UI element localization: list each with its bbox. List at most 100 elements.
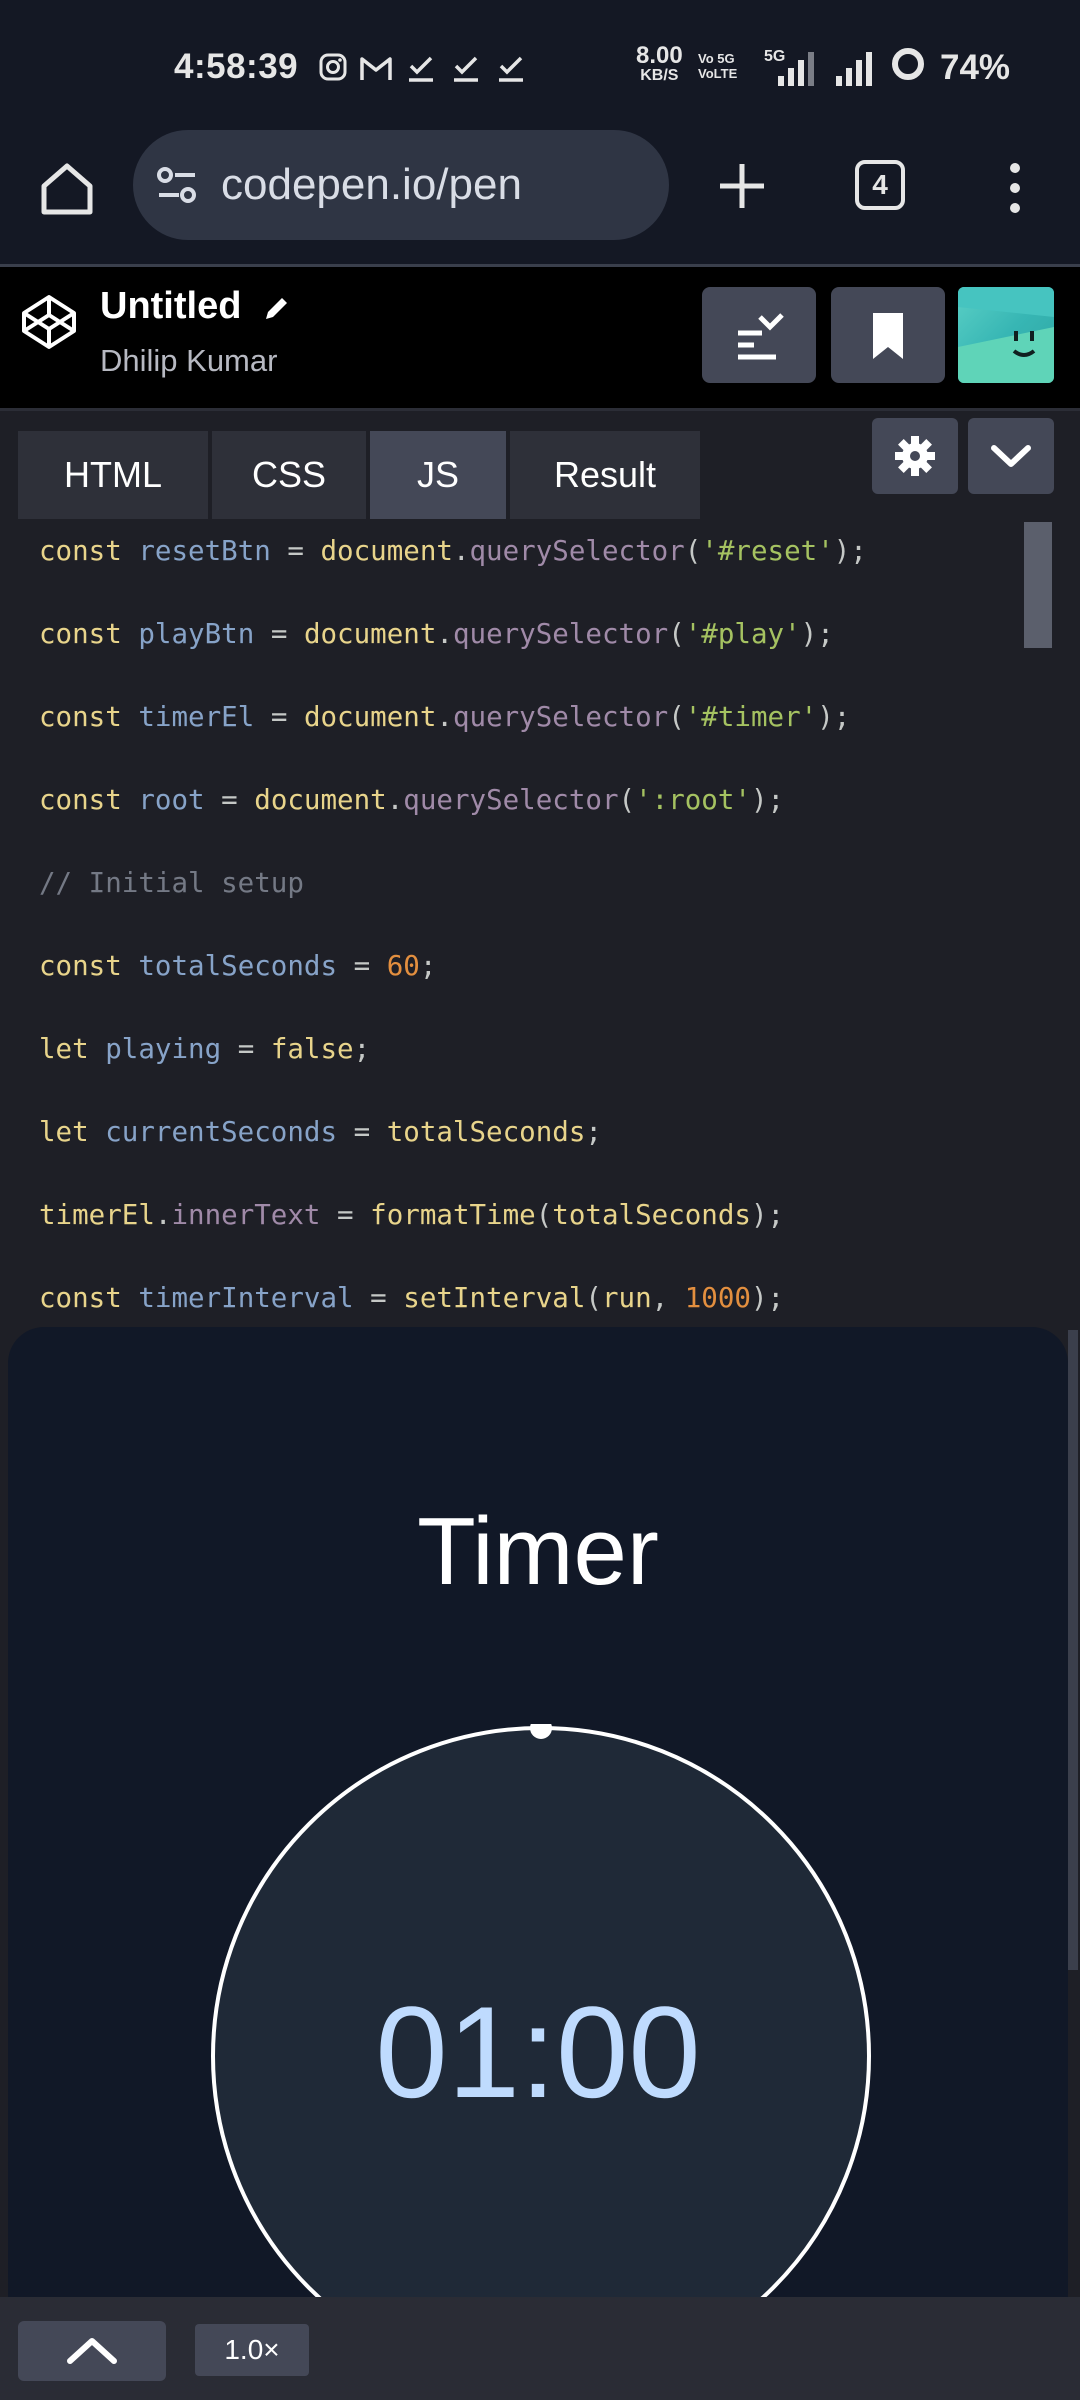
code-token: = — [353, 1282, 404, 1314]
tab-js[interactable]: JS — [370, 431, 506, 519]
gear-icon — [895, 436, 935, 476]
check-icon — [499, 56, 523, 82]
code-line[interactable]: const totalSeconds = 60; — [39, 950, 436, 982]
code-token: document — [303, 701, 437, 733]
code-token: ); — [833, 535, 867, 567]
code-token: timerEl — [138, 701, 255, 733]
code-line[interactable]: // Initial setup — [39, 867, 304, 899]
editor-settings-button[interactable] — [872, 418, 958, 494]
pen-author[interactable]: Dhilip Kumar — [100, 343, 277, 379]
expand-console-button[interactable] — [18, 2321, 166, 2381]
code-scrollbar[interactable] — [1024, 522, 1052, 648]
result-scrollbar[interactable] — [1068, 1330, 1078, 1970]
signal-icon — [778, 52, 814, 86]
home-icon[interactable] — [36, 158, 98, 220]
code-token: const — [39, 950, 122, 982]
bookmark-button[interactable] — [831, 287, 945, 383]
code-line[interactable]: let playing = false; — [39, 1033, 370, 1065]
timer-display: 01:00 — [375, 1979, 701, 2125]
code-token: '#reset' — [701, 535, 834, 567]
code-line[interactable]: const timerInterval = setInterval(run, 1… — [39, 1282, 784, 1314]
code-token: . — [452, 535, 470, 567]
code-token: const — [39, 618, 122, 650]
code-line[interactable]: const root = document.querySelector(':ro… — [39, 784, 784, 816]
code-token: ':root' — [635, 784, 751, 816]
code-token: currentSeconds — [105, 1116, 338, 1148]
codepen-logo-icon[interactable] — [20, 293, 78, 351]
code-token: ( — [618, 784, 636, 816]
status-time: 4:58:39 — [174, 47, 299, 86]
pencil-icon[interactable] — [260, 293, 292, 325]
more-options-icon[interactable] — [1000, 158, 1030, 218]
code-token: timerEl — [39, 1199, 155, 1231]
code-token: = — [254, 618, 304, 650]
collapse-editor-button[interactable] — [968, 418, 1054, 494]
code-token: = — [337, 950, 387, 982]
code-line[interactable]: const playBtn = document.querySelector('… — [39, 618, 834, 650]
bookmark-icon — [873, 313, 903, 359]
code-token: ; — [419, 950, 437, 982]
site-settings-icon[interactable] — [155, 163, 199, 207]
code-editor[interactable]: const resetBtn = document.querySelector(… — [0, 521, 1080, 1327]
code-token: . — [436, 701, 453, 733]
code-token: querySelector — [403, 784, 619, 816]
chevron-down-icon — [991, 445, 1031, 467]
code-token: querySelector — [452, 618, 669, 650]
code-token: document — [254, 784, 387, 816]
code-token: . — [154, 1199, 172, 1231]
code-token: ); — [750, 784, 785, 816]
zoom-level-button[interactable]: 1.0× — [195, 2324, 309, 2376]
code-line[interactable]: const resetBtn = document.querySelector(… — [39, 535, 867, 567]
code-token: const — [39, 1282, 122, 1314]
code-token: ); — [800, 618, 834, 650]
chevron-up-icon — [67, 2338, 117, 2364]
code-token: ( — [535, 1199, 553, 1231]
code-token: false — [270, 1033, 354, 1065]
url-text: codepen.io/pen — [221, 160, 522, 209]
code-token: ( — [668, 701, 685, 733]
address-bar[interactable]: codepen.io/pen — [133, 130, 669, 240]
editor-tabs: HTML CSS JS Result — [0, 411, 1080, 521]
tab-result[interactable]: Result — [510, 431, 700, 519]
tab-html[interactable]: HTML — [18, 431, 208, 519]
pen-title[interactable]: Untitled — [100, 285, 241, 328]
code-token: document — [320, 535, 453, 567]
layout-icon — [738, 313, 784, 360]
new-tab-icon[interactable] — [714, 158, 770, 214]
result-preview[interactable]: Timer 01:00 — [8, 1327, 1068, 2327]
code-token: . — [386, 784, 404, 816]
code-line[interactable]: let currentSeconds = totalSeconds; — [39, 1116, 602, 1148]
code-token: const — [39, 701, 122, 733]
signal-icon — [836, 52, 872, 86]
bottom-bar: 1.0× — [0, 2297, 1080, 2400]
code-token: '#timer' — [684, 701, 818, 733]
gmail-icon — [360, 57, 392, 80]
code-token: . — [436, 618, 453, 650]
code-token: playing — [105, 1033, 222, 1065]
tab-switcher-button[interactable]: 4 — [855, 160, 905, 210]
code-token: 1000 — [684, 1282, 751, 1314]
code-line[interactable]: timerEl.innerText = formatTime(totalSeco… — [39, 1199, 784, 1231]
code-token: ( — [684, 535, 702, 567]
code-token: totalSeconds — [552, 1199, 751, 1231]
battery-level: 74% — [940, 48, 1011, 87]
code-token: setInterval — [403, 1282, 586, 1314]
code-token: 60 — [386, 950, 420, 982]
code-token: playBtn — [138, 618, 255, 650]
network-speed-unit: KB/S — [640, 67, 679, 84]
code-token: run — [601, 1282, 652, 1314]
avatar[interactable] — [958, 287, 1054, 383]
browser-toolbar: codepen.io/pen 4 — [0, 130, 1080, 267]
code-token: , — [651, 1282, 685, 1314]
tab-css[interactable]: CSS — [212, 431, 366, 519]
check-icon — [454, 56, 478, 82]
code-token: ); — [817, 701, 851, 733]
change-view-button[interactable] — [702, 287, 816, 383]
code-line[interactable]: const timerEl = document.querySelector('… — [39, 701, 850, 733]
code-token: totalSeconds — [138, 950, 338, 982]
battery-icon — [892, 48, 924, 80]
